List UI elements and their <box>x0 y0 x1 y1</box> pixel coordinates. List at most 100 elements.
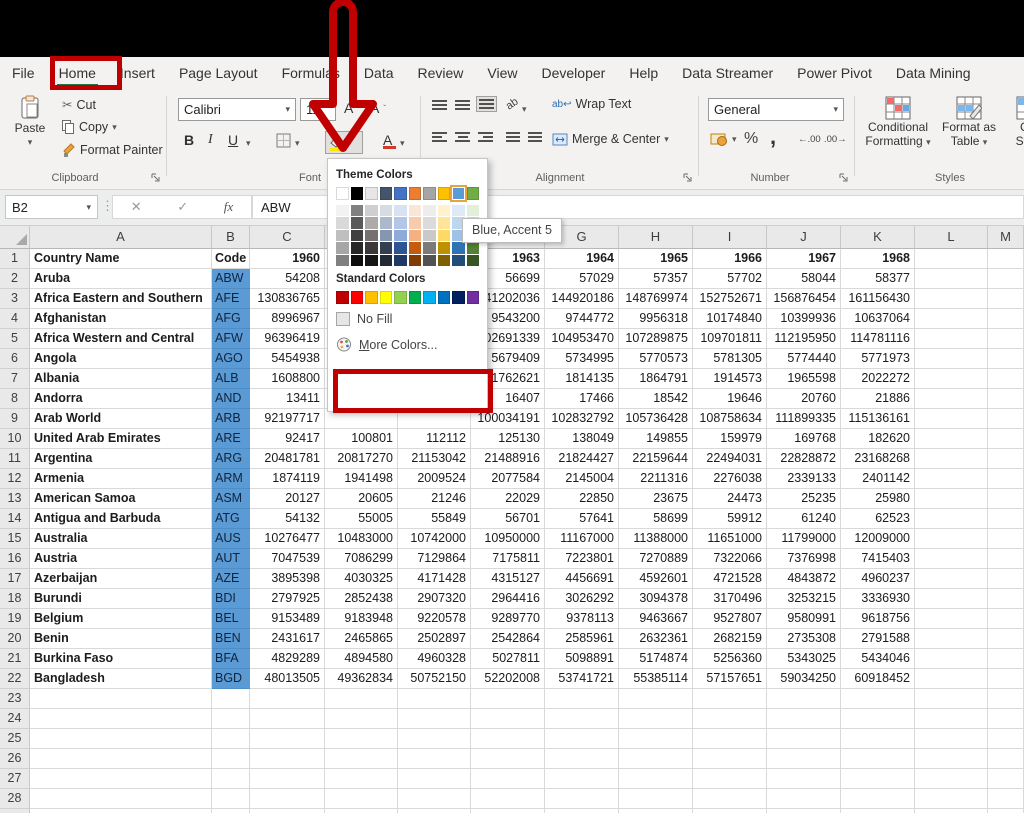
cell-code[interactable]: AUS <box>212 529 250 549</box>
top-align-button[interactable] <box>432 100 447 110</box>
cell-code[interactable]: ALB <box>212 369 250 389</box>
cell-value[interactable]: 7376998 <box>767 549 841 569</box>
standard-color-swatch[interactable] <box>379 291 392 304</box>
cell-empty[interactable] <box>915 589 988 609</box>
cell-country-name[interactable] <box>30 729 212 749</box>
row-header-7[interactable]: 7 <box>0 369 30 389</box>
cell-empty[interactable] <box>915 349 988 369</box>
cell-value[interactable] <box>767 749 841 769</box>
cell-value[interactable] <box>398 769 471 789</box>
theme-variant-swatch[interactable] <box>379 229 392 243</box>
cell-value[interactable]: 2502897 <box>398 629 471 649</box>
cell-empty[interactable] <box>988 769 1024 789</box>
tab-review[interactable]: Review <box>406 57 476 90</box>
theme-variant-swatch[interactable] <box>452 254 465 268</box>
cell-value[interactable] <box>398 809 471 813</box>
cell-value[interactable]: 4456691 <box>545 569 619 589</box>
cell-value[interactable]: 4894580 <box>325 649 398 669</box>
cell-empty[interactable] <box>915 789 988 809</box>
cell-value[interactable]: 20817270 <box>325 449 398 469</box>
cell-country-name[interactable]: Azerbaijan <box>30 569 212 589</box>
cell-value[interactable] <box>398 749 471 769</box>
format-as-table-button[interactable]: Format as Table ▾ <box>938 96 1000 149</box>
cell-code[interactable] <box>212 769 250 789</box>
cell-value[interactable] <box>841 749 915 769</box>
cell-value[interactable] <box>471 809 545 813</box>
row-header-26[interactable]: 26 <box>0 749 30 769</box>
cell-value[interactable]: 2339133 <box>767 469 841 489</box>
standard-color-swatch[interactable] <box>350 291 363 304</box>
cell-value[interactable]: 9378113 <box>545 609 619 629</box>
cell-value[interactable] <box>325 729 398 749</box>
cell-value[interactable]: 25980 <box>841 489 915 509</box>
more-colors-item[interactable]: More Colors... <box>336 334 479 356</box>
theme-variant-swatch[interactable] <box>365 254 378 268</box>
theme-color-swatch[interactable] <box>450 185 467 202</box>
column-header-J[interactable]: J <box>767 226 841 249</box>
cell-value[interactable]: 2852438 <box>325 589 398 609</box>
underline-chevron-icon[interactable]: ▾ <box>246 138 251 149</box>
cell-value[interactable]: 4030325 <box>325 569 398 589</box>
column-header-C[interactable]: C <box>250 226 325 249</box>
cell-value[interactable]: 5434046 <box>841 649 915 669</box>
conditional-formatting-button[interactable]: Conditional Formatting ▾ <box>862 96 934 149</box>
font-color-button[interactable]: A <box>383 132 396 149</box>
cell-value[interactable]: 5734995 <box>545 349 619 369</box>
cell-value[interactable]: 2022272 <box>841 369 915 389</box>
cell-value[interactable] <box>693 729 767 749</box>
cell-value[interactable]: 11651000 <box>693 529 767 549</box>
cell-value[interactable]: 5027811 <box>471 649 545 669</box>
theme-variant-swatch[interactable] <box>350 242 363 255</box>
cell-code[interactable]: ARM <box>212 469 250 489</box>
cell-empty[interactable] <box>915 289 988 309</box>
tab-data-streamer[interactable]: Data Streamer <box>670 57 785 90</box>
cell-value[interactable]: 108758634 <box>693 409 767 429</box>
cell-country-name[interactable]: Burundi <box>30 589 212 609</box>
standard-color-swatch[interactable] <box>365 291 378 304</box>
cell-value[interactable]: 4960328 <box>398 649 471 669</box>
cell-empty[interactable] <box>915 309 988 329</box>
theme-variant-swatch[interactable] <box>336 229 349 243</box>
cell-value[interactable] <box>250 689 325 709</box>
confirm-entry-icon[interactable]: ✓ <box>177 199 188 215</box>
cell-country-name[interactable]: Africa Western and Central <box>30 329 212 349</box>
cell-empty[interactable] <box>915 709 988 729</box>
row-header-12[interactable]: 12 <box>0 469 30 489</box>
theme-variant-swatch[interactable] <box>365 229 378 243</box>
cell-code[interactable]: ABW <box>212 269 250 289</box>
row-header-4[interactable]: 4 <box>0 309 30 329</box>
cell-value[interactable]: 2542864 <box>471 629 545 649</box>
cell-value[interactable]: 7322066 <box>693 549 767 569</box>
cell-empty[interactable] <box>915 569 988 589</box>
theme-variant-swatch[interactable] <box>336 217 349 230</box>
cell-value[interactable]: 2797925 <box>250 589 325 609</box>
row-header-5[interactable]: 5 <box>0 329 30 349</box>
cell-value[interactable]: 10950000 <box>471 529 545 549</box>
cell-value[interactable] <box>545 789 619 809</box>
cell-empty[interactable] <box>988 749 1024 769</box>
cell-empty[interactable] <box>915 689 988 709</box>
row-header-22[interactable]: 22 <box>0 669 30 689</box>
cell-country-name[interactable]: American Samoa <box>30 489 212 509</box>
increase-decimal-button[interactable]: ←.00 <box>798 134 821 145</box>
tab-developer[interactable]: Developer <box>530 57 618 90</box>
cell-code[interactable]: AZE <box>212 569 250 589</box>
bottom-align-button[interactable] <box>476 96 497 112</box>
cell-code[interactable]: AFG <box>212 309 250 329</box>
cell-value[interactable]: 61240 <box>767 509 841 529</box>
theme-variant-swatch[interactable] <box>336 242 349 255</box>
cell-value[interactable]: 60918452 <box>841 669 915 689</box>
theme-variant-swatch[interactable] <box>394 229 407 243</box>
cell-value[interactable]: 10483000 <box>325 529 398 549</box>
cell-value[interactable]: 10276477 <box>250 529 325 549</box>
borders-icon[interactable] <box>276 133 291 148</box>
theme-variant-swatch[interactable] <box>394 204 407 218</box>
cell-empty[interactable] <box>915 449 988 469</box>
cancel-entry-icon[interactable]: ✕ <box>131 199 142 215</box>
cell-value[interactable] <box>693 709 767 729</box>
cell-value[interactable]: 5454938 <box>250 349 325 369</box>
cell-empty[interactable] <box>915 329 988 349</box>
cell-value[interactable]: 5343025 <box>767 649 841 669</box>
comma-style-button[interactable]: , <box>770 124 776 150</box>
cell-value[interactable]: 5174874 <box>619 649 693 669</box>
